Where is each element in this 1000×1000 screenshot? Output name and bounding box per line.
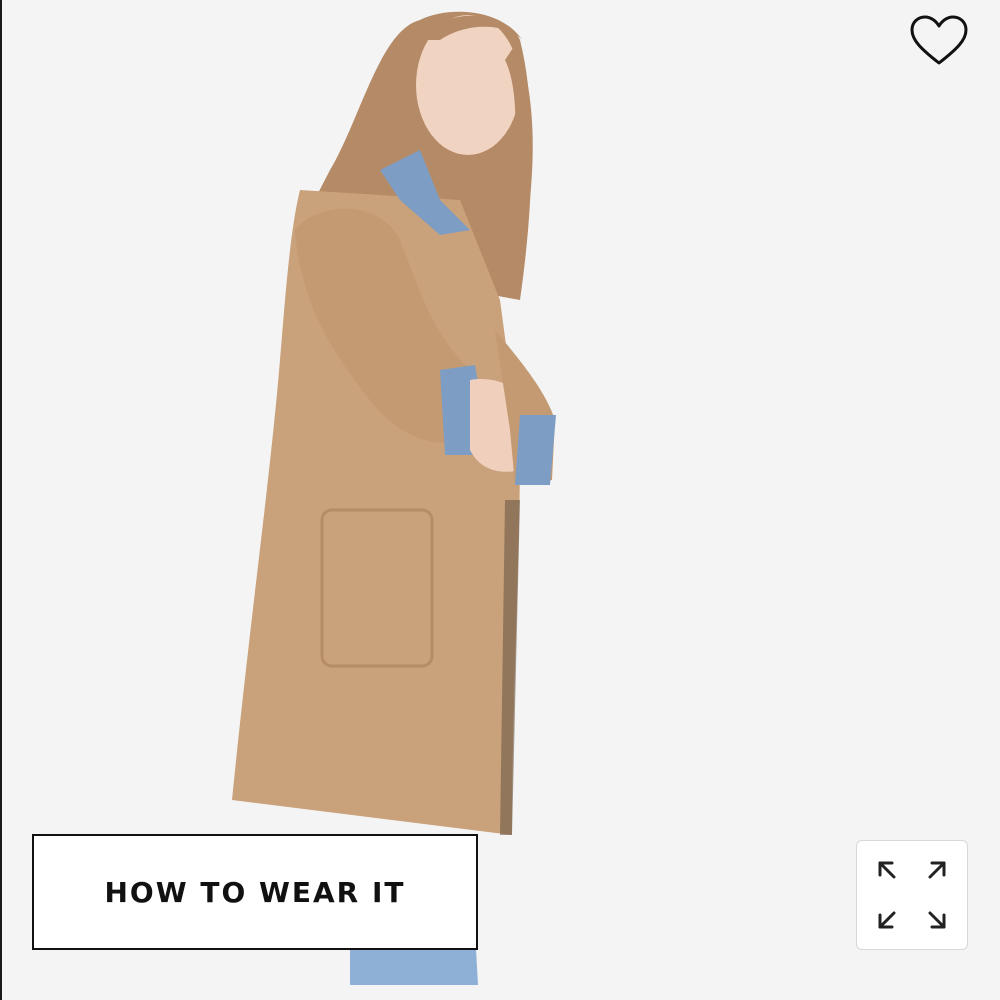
how-to-wear-it-button[interactable]: HOW TO WEAR IT [32, 834, 478, 950]
product-image-viewer: HOW TO WEAR IT [0, 0, 1000, 1000]
how-to-wear-it-label: HOW TO WEAR IT [104, 875, 406, 909]
left-border [0, 0, 2, 1000]
expand-image-button[interactable] [856, 840, 968, 950]
expand-arrows-icon [878, 861, 946, 929]
wishlist-button[interactable] [904, 10, 974, 72]
heart-icon [910, 15, 968, 65]
